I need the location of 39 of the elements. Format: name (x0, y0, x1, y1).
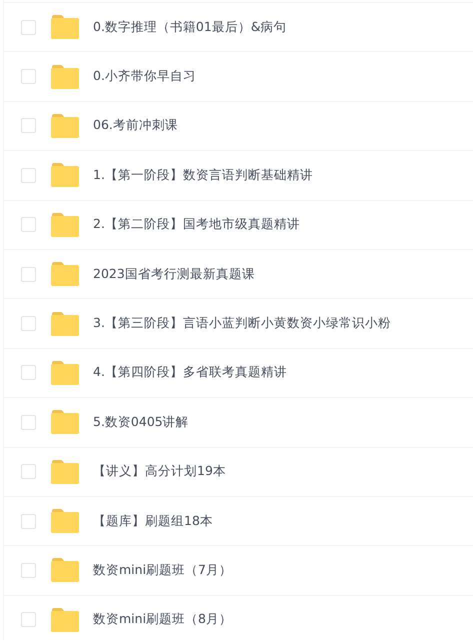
folder-icon (51, 558, 79, 582)
folder-icon (51, 15, 79, 40)
checkbox[interactable] (21, 118, 36, 134)
checkbox[interactable] (21, 168, 36, 183)
checkbox[interactable] (21, 365, 36, 380)
folder-icon (51, 212, 79, 237)
folder-name[interactable]: 0.数字推理（书籍01最后）&病句 (93, 18, 287, 36)
folder-name[interactable]: 5.数资0405讲解 (93, 414, 189, 431)
folder-name[interactable]: 0.小齐带你早自习 (93, 68, 196, 86)
folder-name[interactable]: 2023国省考行测最新真题课 (93, 266, 255, 283)
folder-name[interactable]: 2.【第二阶段】国考地市级真题精讲 (93, 216, 300, 234)
checkbox[interactable] (21, 562, 36, 578)
folder-icon (51, 509, 79, 534)
checkbox[interactable] (21, 20, 36, 35)
folder-name[interactable]: 06.考前冲刺课 (93, 117, 178, 134)
folder-icon (51, 64, 79, 89)
folder-name[interactable]: 1.【第一阶段】数资言语判断基础精讲 (93, 166, 313, 184)
folder-icon (51, 460, 79, 484)
folder-name[interactable]: 数资mini刷题班（8月） (93, 611, 232, 628)
folder-name[interactable]: 4.【第四阶段】多省联考真题精讲 (93, 364, 287, 382)
checkbox[interactable] (21, 266, 36, 282)
checkbox[interactable] (21, 464, 36, 480)
folder-icon (51, 608, 79, 632)
folder-name[interactable]: 【题库】刷题组18本 (93, 512, 213, 530)
folder-name[interactable]: 【讲义】高分计划19本 (93, 463, 226, 480)
folder-icon (51, 312, 79, 336)
folder-name[interactable]: 3.【第三阶段】言语小蓝判断小黄数资小绿常识小粉 (93, 315, 391, 332)
checkbox[interactable] (21, 514, 36, 529)
folder-icon (51, 262, 79, 286)
folder-name[interactable]: 数资mini刷题班（7月） (93, 562, 232, 579)
folder-icon (51, 114, 79, 138)
checkbox[interactable] (21, 217, 36, 232)
checkbox[interactable] (21, 612, 36, 628)
folder-icon (51, 410, 79, 434)
checkbox[interactable] (21, 414, 36, 430)
checkbox[interactable] (21, 316, 36, 332)
checkbox[interactable] (21, 69, 36, 84)
folder-icon (51, 360, 79, 385)
folder-icon (51, 163, 79, 188)
